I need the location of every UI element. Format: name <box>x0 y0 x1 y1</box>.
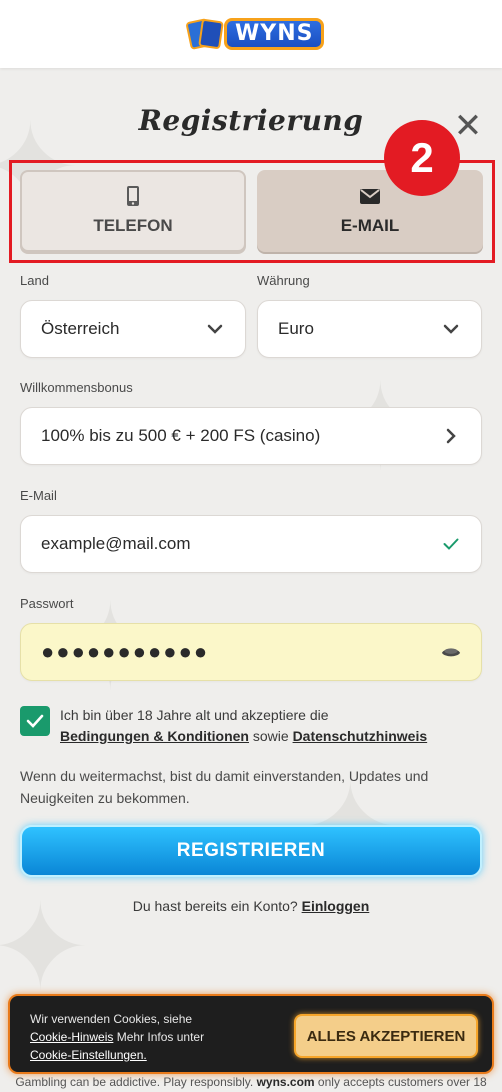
email-value: example@mail.com <box>41 534 191 553</box>
envelope-icon <box>360 186 380 206</box>
terms-link[interactable]: Bedingungen & Konditionen <box>60 728 249 744</box>
country-select[interactable]: Österreich <box>20 300 246 358</box>
accept-all-cookies-button[interactable]: ALLES AKZEPTIEREN <box>294 1014 478 1058</box>
eye-icon[interactable] <box>441 642 461 662</box>
footer-text-1: Gambling can be addictive. Play responsi… <box>15 1075 257 1089</box>
close-button[interactable]: ✕ <box>452 106 484 146</box>
cookie-notice-link[interactable]: Cookie-Hinweis <box>30 1030 113 1044</box>
cookie-settings-link[interactable]: Cookie-Einstellungen. <box>30 1048 147 1062</box>
cards-icon <box>185 18 224 50</box>
password-value: ●●●●●●●●●●● <box>41 639 210 664</box>
email-label: E-Mail <box>20 488 57 503</box>
consent-text: Ich bin über 18 Jahre alt und akzeptiere… <box>60 705 490 747</box>
currency-value: Euro <box>278 319 314 338</box>
tab-email-label: E-MAIL <box>340 216 400 235</box>
country-value: Österreich <box>41 319 120 338</box>
register-button[interactable]: REGISTRIEREN <box>20 825 482 877</box>
consent-text-start: Ich bin über 18 Jahre alt und akzeptiere… <box>60 707 329 723</box>
consent-checkbox[interactable] <box>20 706 50 736</box>
brand-logo[interactable]: WYNS <box>185 12 325 56</box>
responsible-gambling-footer: Gambling can be addictive. Play responsi… <box>0 1075 502 1089</box>
login-prompt-text: Du hast bereits ein Konto? <box>132 898 302 914</box>
bonus-label: Willkommensbonus <box>20 380 133 395</box>
updates-info-text: Wenn du weitermachst, bist du damit einv… <box>20 768 429 806</box>
chevron-right-icon <box>441 426 461 446</box>
step-badge: 2 <box>384 120 460 196</box>
checkmark-icon <box>26 714 44 728</box>
currency-select[interactable]: Euro <box>257 300 482 358</box>
tab-telefon-label: TELEFON <box>93 216 173 235</box>
password-field[interactable]: ●●●●●●●●●●● <box>20 623 482 681</box>
cookie-text: Wir verwenden Cookies, siehe Cookie-Hinw… <box>30 1010 280 1064</box>
login-prompt: Du hast bereits ein Konto? Einloggen <box>0 898 502 914</box>
chevron-down-icon <box>441 319 461 339</box>
top-bar: WYNS <box>0 0 502 68</box>
email-field[interactable]: example@mail.com <box>20 515 482 573</box>
password-label: Passwort <box>20 596 74 611</box>
tab-telefon[interactable]: TELEFON <box>20 170 246 252</box>
country-label: Land <box>20 273 49 288</box>
logo-text: WYNS <box>224 18 325 50</box>
phone-icon <box>123 186 143 206</box>
footer-text-2: only accepts customers over 18 <box>314 1075 487 1089</box>
bonus-value: 100% bis zu 500 € + 200 FS (casino) <box>41 426 321 445</box>
close-icon: ✕ <box>453 106 483 146</box>
cookie-text-2: Mehr Infos unter <box>113 1030 205 1044</box>
cookie-text-1: Wir verwenden Cookies, siehe <box>30 1012 193 1026</box>
chevron-down-icon <box>205 319 225 339</box>
consent-text-middle: sowie <box>248 728 293 744</box>
footer-site: wyns.com <box>256 1075 315 1089</box>
privacy-link[interactable]: Datenschutzhinweis <box>293 728 428 744</box>
login-link[interactable]: Einloggen <box>302 898 370 914</box>
cookie-banner: Wir verwenden Cookies, siehe Cookie-Hinw… <box>8 994 494 1074</box>
currency-label: Währung <box>257 273 310 288</box>
checkmark-icon <box>441 534 461 554</box>
bonus-select[interactable]: 100% bis zu 500 € + 200 FS (casino) <box>20 407 482 465</box>
